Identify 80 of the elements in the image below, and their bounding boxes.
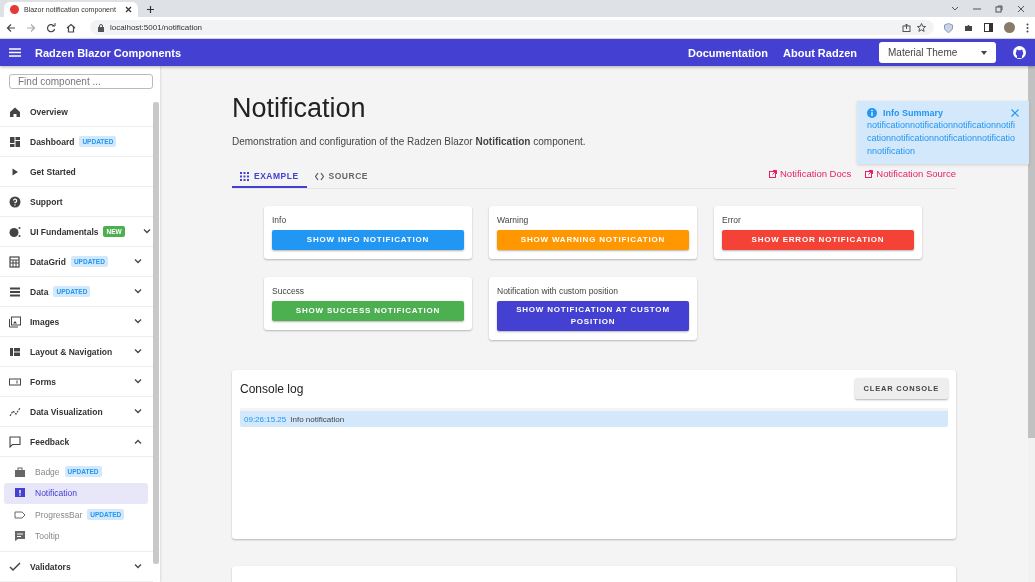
chevron-up-icon[interactable]	[134, 439, 142, 444]
external-link-icon	[865, 169, 874, 178]
new-tab-icon[interactable]	[146, 5, 155, 14]
doc-link[interactable]: Notification Docs	[769, 168, 852, 179]
grid-icon	[9, 255, 21, 268]
star-icon[interactable]	[917, 23, 926, 32]
layout-icon	[9, 345, 21, 358]
scrollbar[interactable]	[153, 102, 159, 564]
card-label: Success	[272, 285, 306, 298]
menu-icon[interactable]	[1026, 22, 1029, 33]
alert-icon	[14, 487, 26, 500]
briefcase-icon	[14, 465, 26, 478]
chevron-down-icon[interactable]	[951, 6, 959, 11]
page-tab[interactable]: SOURCE	[306, 166, 376, 188]
chevron-down-icon[interactable]	[134, 289, 142, 294]
chart-icon	[9, 405, 21, 418]
favicon-icon	[10, 5, 19, 14]
app-title: Radzen Blazor Components	[35, 46, 183, 59]
caret-icon	[981, 50, 987, 55]
nav-subitem[interactable]: Notification	[4, 482, 148, 504]
grid-icon	[240, 171, 249, 181]
back-icon[interactable]	[6, 22, 16, 33]
chevron-down-icon[interactable]	[134, 564, 142, 569]
check-icon	[9, 560, 21, 573]
console-title: Console log	[240, 381, 304, 396]
side-panel-icon[interactable]	[984, 23, 993, 32]
close-icon[interactable]	[1017, 4, 1025, 13]
puzzle-icon[interactable]	[964, 23, 973, 32]
close-icon[interactable]	[125, 6, 132, 13]
tooltip-icon	[14, 530, 26, 543]
theme-dropdown[interactable]: Material Theme	[879, 42, 996, 63]
menu-icon[interactable]	[9, 48, 21, 57]
chevron-down-icon[interactable]	[134, 409, 142, 414]
avatar-icon[interactable]	[1004, 22, 1015, 33]
toast-title: Info Summary	[883, 108, 944, 118]
home-icon	[9, 105, 21, 118]
nav-link[interactable]: Documentation	[688, 46, 769, 59]
card-label: Error	[722, 214, 742, 227]
chevron-down-icon[interactable]	[134, 259, 142, 264]
toast-message: notificationnotificationnotificationnotificationnotificationnotificationnotificationnotification	[867, 119, 1017, 158]
card-label: Info	[272, 214, 288, 227]
url-text: localhost:5001/notification	[110, 23, 204, 32]
dashboard-icon	[9, 135, 21, 148]
log-message: Info notification	[290, 414, 345, 424]
github-icon[interactable]	[1013, 46, 1026, 59]
doc-link[interactable]: Notification Source	[865, 168, 956, 179]
card-label: Notification with custom position	[497, 285, 619, 298]
chevron-down-icon[interactable]	[134, 349, 142, 354]
chevron-down-icon[interactable]	[142, 229, 151, 234]
log-time: 09:26:15.25	[244, 414, 287, 424]
nav-subitem[interactable]: Tooltip	[4, 525, 148, 547]
lock-icon	[98, 23, 104, 32]
chevron-down-icon[interactable]	[134, 319, 142, 324]
nav-link[interactable]: About Radzen	[783, 46, 857, 59]
reload-icon[interactable]	[46, 22, 56, 33]
restore-icon[interactable]	[995, 4, 1003, 13]
chevron-down-icon[interactable]	[134, 379, 142, 384]
notification-button[interactable]: SHOW ERROR NOTIFICATION	[722, 230, 914, 250]
nav-item[interactable]: Validators	[0, 552, 153, 582]
card-label: Warning	[497, 214, 530, 227]
external-link-icon	[769, 169, 777, 178]
info-icon	[867, 108, 877, 118]
address-bar[interactable]: localhost:5001/notification	[90, 20, 934, 35]
input-icon	[9, 375, 21, 388]
share-icon[interactable]	[902, 23, 911, 32]
code-icon	[314, 171, 324, 181]
image-icon	[9, 315, 21, 328]
page-tab[interactable]: EXAMPLE	[232, 166, 307, 188]
shield-icon[interactable]	[944, 22, 953, 33]
shapes-icon	[9, 225, 21, 238]
page-title: Notification	[232, 92, 366, 125]
notification-button[interactable]: SHOW NOTIFICATION AT CUSTOM POSITION	[497, 301, 689, 331]
list-icon	[9, 285, 21, 298]
label-icon	[14, 508, 26, 521]
page-description: Demonstration and configuration of the Radzen Blazor Notification component.	[232, 135, 586, 149]
comment-icon	[9, 435, 21, 448]
search-field[interactable]: Find component ...	[9, 74, 153, 89]
home-icon[interactable]	[66, 22, 76, 33]
nav-item[interactable]: Overview	[0, 97, 153, 127]
help-icon	[9, 195, 21, 208]
